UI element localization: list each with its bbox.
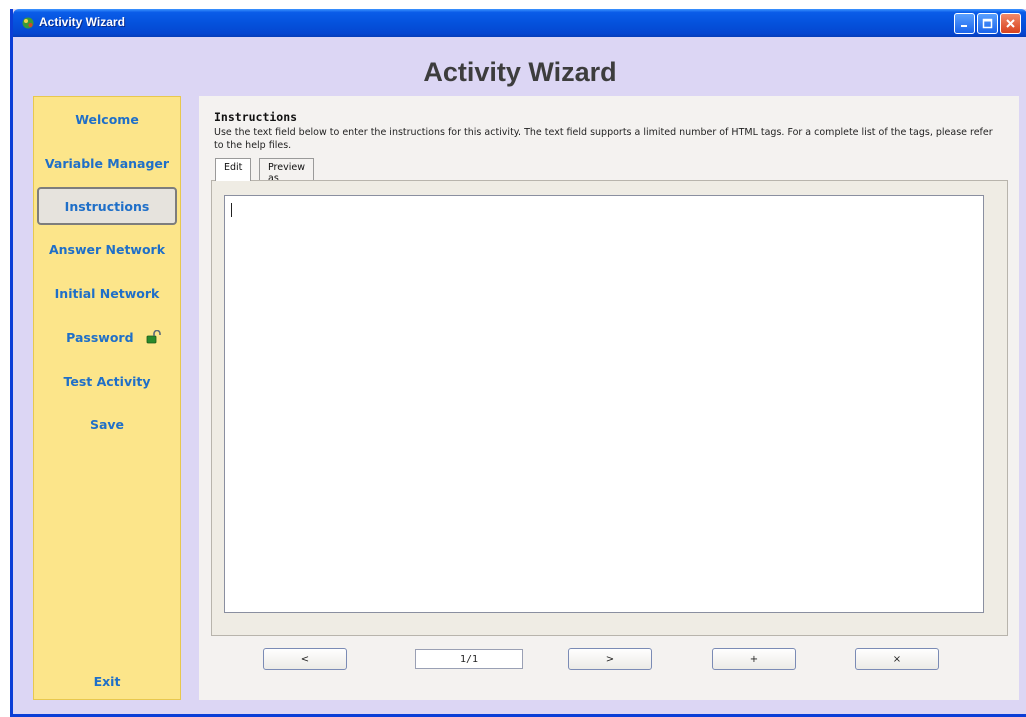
lock-icon [146,329,161,344]
sidebar-item-welcome[interactable]: Welcome [34,112,180,127]
sidebar-item-variable-manager[interactable]: Variable Manager [34,156,180,171]
sidebar-item-initial-network[interactable]: Initial Network [34,286,180,301]
maximize-button[interactable] [977,13,998,34]
page-title: Activity Wizard [423,57,617,87]
tab-panel [211,180,1008,636]
add-page-button[interactable]: + [712,648,796,670]
window-title: Activity Wizard [39,15,125,29]
tab-edit[interactable]: Edit [215,158,252,181]
close-button[interactable] [1000,13,1021,34]
app-icon [22,17,34,29]
minimize-icon [961,25,967,27]
main-content: Instructions Use the text field below to… [199,96,1019,700]
sidebar-item-test-activity[interactable]: Test Activity [34,374,180,389]
page-indicator: 1/1 [415,649,523,669]
sidebar-item-password[interactable]: Password [34,329,180,345]
maximize-icon [982,18,993,29]
tab-preview-html[interactable]: Preview as HTML [259,158,314,195]
next-page-button[interactable]: > [568,648,652,670]
text-caret [231,203,232,217]
instructions-editor[interactable] [224,195,984,613]
section-title: Instructions [214,110,298,124]
close-icon [1006,19,1015,28]
minimize-button[interactable] [954,13,975,34]
previous-page-button[interactable]: < [263,648,347,670]
exit-button[interactable]: Exit [34,674,180,689]
sidebar-item-save[interactable]: Save [34,417,180,432]
sidebar-item-answer-network[interactable]: Answer Network [34,242,180,257]
section-description: Use the text field below to enter the in… [214,127,993,151]
title-bar[interactable]: Activity Wizard [13,9,1026,37]
sidebar-item-label: Password [66,330,134,345]
sidebar-item-instructions[interactable]: Instructions [37,187,177,225]
app-window: Activity Wizard Activity Wizard Welcome … [10,9,1026,717]
page-navigation: < 1/1 > + × [199,648,1019,676]
wizard-sidebar: Welcome Variable Manager Instructions An… [33,96,181,700]
delete-page-button[interactable]: × [855,648,939,670]
